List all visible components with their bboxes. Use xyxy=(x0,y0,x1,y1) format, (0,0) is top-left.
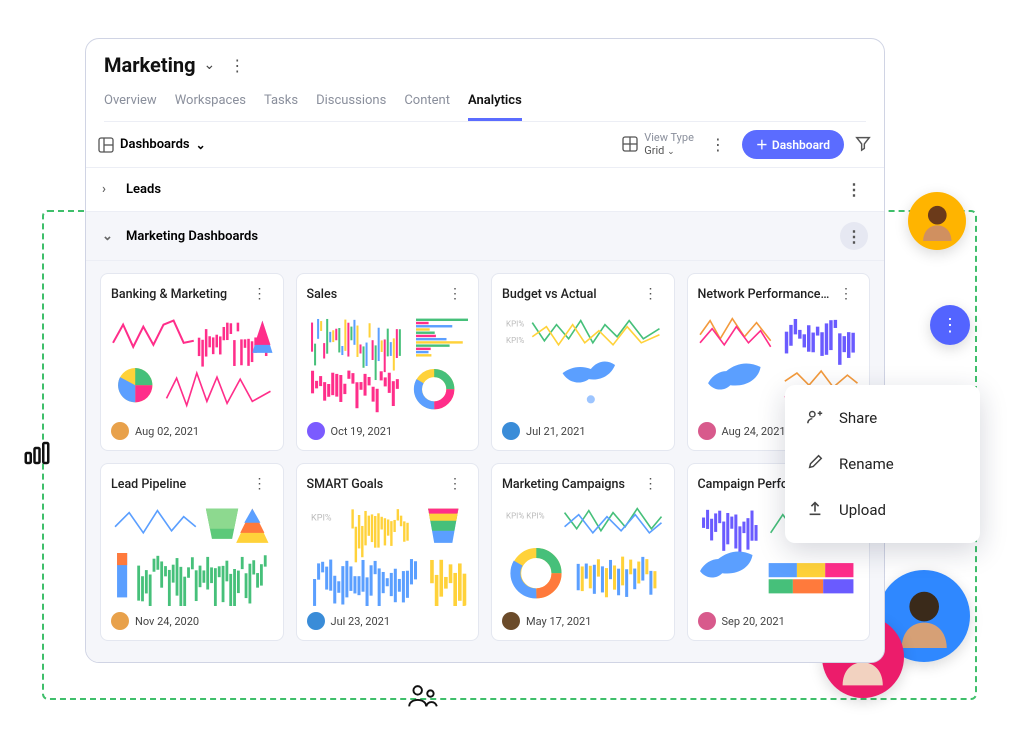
avatar xyxy=(502,422,520,440)
dashboard-card[interactable]: Budget vs Actual ⋮ KPI% KPI% Jul 21, 2021 xyxy=(491,273,675,451)
card-thumbnail xyxy=(111,500,273,606)
context-menu-upload[interactable]: Upload xyxy=(785,487,980,533)
card-thumbnail: KPI% KPI% xyxy=(502,310,664,416)
card-thumbnail: KPI% KPI% xyxy=(502,500,664,606)
card-title: Banking & Marketing xyxy=(111,287,227,302)
tab-tasks[interactable]: Tasks xyxy=(264,87,298,121)
tab-content[interactable]: Content xyxy=(404,87,450,121)
card-date: Aug 02, 2021 xyxy=(135,425,199,438)
bar-chart-icon xyxy=(22,438,52,468)
card-title: Network Performance… xyxy=(698,287,830,302)
view-type-value: Grid xyxy=(644,144,664,157)
context-menu-upload-label: Upload xyxy=(839,501,886,519)
toolbar: Dashboards ⌄ View Type Grid ⌄ ⋮ ＋ Dashbo… xyxy=(86,122,884,168)
view-type-selector[interactable]: View Type Grid ⌄ xyxy=(622,131,694,158)
tab-bar: Overview Workspaces Tasks Discussions Conten… xyxy=(104,87,866,122)
avatar xyxy=(307,422,325,440)
card-title: Marketing Campaigns xyxy=(502,477,625,492)
card-more-button[interactable]: ⋮ xyxy=(247,284,273,304)
svg-text:KPI% KPI%: KPI% KPI% xyxy=(506,512,545,521)
card-more-button[interactable]: ⋮ xyxy=(833,284,859,304)
svg-text:KPI%: KPI% xyxy=(311,514,332,524)
card-date: Jul 23, 2021 xyxy=(331,615,391,628)
dashboard-card[interactable]: Lead Pipeline ⋮ Nov 24, 2020 xyxy=(100,463,284,641)
section-marketing-dashboards[interactable]: ⌄ Marketing Dashboards ⋮ xyxy=(86,212,884,261)
tab-analytics[interactable]: Analytics xyxy=(468,87,522,121)
card-title: Sales xyxy=(307,287,338,302)
pencil-icon xyxy=(805,453,825,475)
header: Marketing ⌄ ⋮ Overview Workspaces Tasks Dis… xyxy=(86,39,884,122)
page-title: Marketing xyxy=(104,53,196,77)
card-date: May 17, 2021 xyxy=(526,615,591,628)
card-more-button[interactable]: ⋮ xyxy=(638,474,664,494)
card-more-button[interactable]: ⋮ xyxy=(638,284,664,304)
context-menu-share[interactable]: Share xyxy=(785,395,980,441)
plus-icon: ＋ xyxy=(756,136,768,153)
avatar xyxy=(111,422,129,440)
dashboard-card[interactable]: Sales ⋮ Oct 19, 2021 xyxy=(296,273,480,451)
card-more-button[interactable]: ⋮ xyxy=(442,474,468,494)
section-leads-more[interactable]: ⋮ xyxy=(840,178,868,201)
card-thumbnail: KPI% xyxy=(307,500,469,606)
context-menu-share-label: Share xyxy=(839,409,877,427)
tab-workspaces[interactable]: Workspaces xyxy=(175,87,246,121)
chevron-right-icon: › xyxy=(102,182,116,197)
upload-icon xyxy=(805,499,825,521)
card-date: Oct 19, 2021 xyxy=(331,425,393,438)
card-date: Nov 24, 2020 xyxy=(135,615,199,628)
header-more-button[interactable]: ⋮ xyxy=(223,54,251,77)
avatar xyxy=(698,422,716,440)
app-window: Marketing ⌄ ⋮ Overview Workspaces Tasks Dis… xyxy=(85,38,885,663)
card-title: Budget vs Actual xyxy=(502,287,597,302)
card-title: SMART Goals xyxy=(307,477,384,492)
context-menu-rename[interactable]: Rename xyxy=(785,441,980,487)
card-title: Lead Pipeline xyxy=(111,477,186,492)
tab-overview[interactable]: Overview xyxy=(104,87,157,121)
add-dashboard-button[interactable]: ＋ Dashboard xyxy=(742,130,844,159)
view-type-label: View Type xyxy=(644,131,694,144)
context-menu-rename-label: Rename xyxy=(839,455,894,473)
dashboard-card[interactable]: SMART Goals ⋮ KPI% Jul 23, 2021 xyxy=(296,463,480,641)
toolbar-more-button[interactable]: ⋮ xyxy=(704,133,732,156)
chevron-down-icon: ⌄ xyxy=(102,229,116,244)
section-leads[interactable]: › Leads ⋮ xyxy=(86,168,884,212)
section-title: Marketing Dashboards xyxy=(126,229,258,244)
chevron-down-icon: ⌄ xyxy=(667,147,675,157)
add-dashboard-label: Dashboard xyxy=(772,138,830,152)
svg-text:KPI%: KPI% xyxy=(506,336,524,345)
svg-text:KPI%: KPI% xyxy=(506,320,524,329)
more-collaborators-button[interactable]: ⋮ xyxy=(930,305,970,345)
section-more-button-active[interactable]: ⋮ xyxy=(840,222,868,250)
chevron-down-icon[interactable]: ⌄ xyxy=(196,138,206,152)
title-chevron-down-icon[interactable]: ⌄ xyxy=(204,57,216,73)
people-icon xyxy=(406,684,440,708)
avatar xyxy=(698,612,716,630)
tab-discussions[interactable]: Discussions xyxy=(316,87,386,121)
collaborator-avatar-1 xyxy=(908,192,966,250)
card-thumbnail xyxy=(111,310,273,416)
avatar xyxy=(307,612,325,630)
avatar xyxy=(111,612,129,630)
context-menu: Share Rename Upload xyxy=(785,385,980,543)
add-dashboard-link[interactable]: ＋ Dashboard xyxy=(86,653,884,663)
dashboard-card[interactable]: Marketing Campaigns ⋮ KPI% KPI% May 17, … xyxy=(491,463,675,641)
dashboard-card[interactable]: Banking & Marketing ⋮ Aug 02, 2021 xyxy=(100,273,284,451)
grid-icon xyxy=(622,136,638,152)
share-icon xyxy=(805,407,825,429)
card-date: Jul 21, 2021 xyxy=(526,425,586,438)
card-date: Aug 24, 2021 xyxy=(722,425,786,438)
card-more-button[interactable]: ⋮ xyxy=(247,474,273,494)
dashboard-layout-icon xyxy=(98,137,114,153)
dashboard-grid: Banking & Marketing ⋮ Aug 02, 2021 Sales… xyxy=(86,261,884,653)
card-more-button[interactable]: ⋮ xyxy=(442,284,468,304)
card-thumbnail xyxy=(307,310,469,416)
avatar xyxy=(502,612,520,630)
section-title: Leads xyxy=(126,182,161,197)
dashboards-dropdown[interactable]: Dashboards xyxy=(120,137,190,152)
filter-icon[interactable] xyxy=(854,134,872,156)
card-date: Sep 20, 2021 xyxy=(722,615,785,628)
